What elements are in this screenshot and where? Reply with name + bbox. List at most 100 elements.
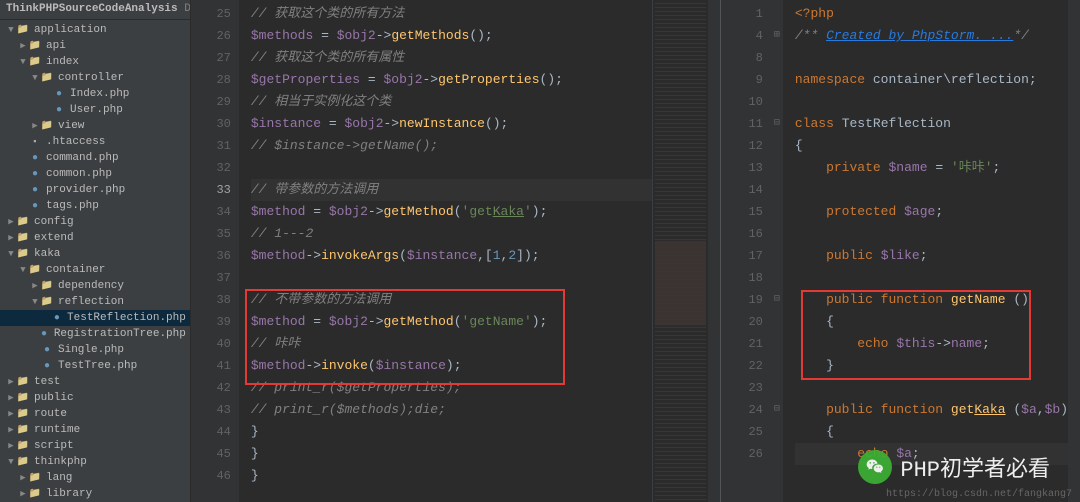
code-line[interactable]: } [251, 465, 652, 487]
code-line[interactable]: } [251, 443, 652, 465]
scrollbar-right[interactable] [1068, 0, 1080, 502]
code-line[interactable]: // 获取这个类的所有方法 [251, 3, 652, 25]
tree-item[interactable]: tags.php [0, 198, 190, 214]
folder-icon [16, 456, 30, 468]
tree-item[interactable]: common.php [0, 166, 190, 182]
tree-item[interactable]: ▼container [0, 262, 190, 278]
tree-item[interactable]: ▶config [0, 214, 190, 230]
code-line[interactable]: public function getKaka ($a,$b) [795, 399, 1068, 421]
code-line[interactable]: $instance = $obj2->newInstance(); [251, 113, 652, 135]
code-line[interactable] [251, 267, 652, 289]
left-editor[interactable]: 2526272829303132333435363738394041424344… [191, 0, 721, 502]
php-icon [52, 104, 66, 116]
tree-item[interactable]: TestTree.php [0, 358, 190, 374]
code-line[interactable] [795, 47, 1068, 69]
folder-icon [28, 264, 42, 276]
tree-item[interactable]: Index.php [0, 86, 190, 102]
code-line[interactable]: public $like; [795, 245, 1068, 267]
code-line[interactable]: <?php [795, 3, 1068, 25]
tree-item[interactable]: ▶lang [0, 470, 190, 486]
code-line[interactable]: // 相当于实例化这个类 [251, 91, 652, 113]
code-line[interactable]: $method->invokeArgs($instance,[1,2]); [251, 245, 652, 267]
php-icon [51, 312, 63, 324]
code-line[interactable]: /** Created by PhpStorm. ...*/ [795, 25, 1068, 47]
code-line[interactable]: // 带参数的方法调用 [251, 179, 652, 201]
code-line[interactable]: // print_r($methods);die; [251, 399, 652, 421]
folder-icon [28, 488, 42, 500]
scrollbar[interactable] [708, 0, 720, 502]
tree-item[interactable]: ▶api [0, 38, 190, 54]
tree-item[interactable]: TestReflection.php [0, 310, 190, 326]
code-line[interactable]: // 获取这个类的所有属性 [251, 47, 652, 69]
tree-item[interactable]: ▼controller [0, 70, 190, 86]
code-line[interactable]: // print_r($getProperties); [251, 377, 652, 399]
right-editor[interactable]: 14891011121314151617181920212223242526 ⊞… [721, 0, 1080, 502]
code-line[interactable]: { [795, 421, 1068, 443]
code-line[interactable]: $method = $obj2->getMethod('getName'); [251, 311, 652, 333]
code-line[interactable]: // 不带参数的方法调用 [251, 289, 652, 311]
tree-item[interactable]: ▶route [0, 406, 190, 422]
code-line[interactable]: // 1---2 [251, 223, 652, 245]
folder-icon [40, 120, 54, 132]
code-line[interactable]: private $name = '咔咔'; [795, 157, 1068, 179]
code-line[interactable]: echo $a; [795, 443, 1068, 465]
tree-item[interactable]: ▼application [0, 22, 190, 38]
fold-gutter[interactable]: ⊞⊟⊟⊟ [771, 0, 783, 502]
tree-item[interactable]: ▶library [0, 486, 190, 502]
code-line[interactable]: public function getName () [795, 289, 1068, 311]
code-line[interactable]: echo $this->name; [795, 333, 1068, 355]
folder-icon [40, 280, 54, 292]
tree-item[interactable]: .htaccess [0, 134, 190, 150]
code-line[interactable]: $getProperties = $obj2->getProperties(); [251, 69, 652, 91]
code-line[interactable]: } [251, 421, 652, 443]
tree-item[interactable]: ▶runtime [0, 422, 190, 438]
tree-item[interactable]: ▶dependency [0, 278, 190, 294]
minimap[interactable] [652, 0, 708, 502]
tree-item[interactable]: command.php [0, 150, 190, 166]
tree-item[interactable]: ▶script [0, 438, 190, 454]
code-line[interactable]: protected $age; [795, 201, 1068, 223]
code-line[interactable]: namespace container\reflection; [795, 69, 1068, 91]
tree-item[interactable]: RegistrationTree.php [0, 326, 190, 342]
php-icon [40, 344, 54, 356]
code-line[interactable] [795, 223, 1068, 245]
folder-icon [28, 472, 42, 484]
tree-item[interactable]: ▶public [0, 390, 190, 406]
code-line[interactable] [795, 179, 1068, 201]
tree-item[interactable]: ▶view [0, 118, 190, 134]
code-line[interactable]: $method->invoke($instance); [251, 355, 652, 377]
project-header: ThinkPHPSourceCodeAnalysis D:\phpstudy_p… [0, 0, 190, 20]
code-line[interactable]: $method = $obj2->getMethod('getKaka'); [251, 201, 652, 223]
tree-item[interactable]: Single.php [0, 342, 190, 358]
tree-item[interactable]: ▼thinkphp [0, 454, 190, 470]
code-line[interactable] [795, 377, 1068, 399]
code-line[interactable]: } [795, 355, 1068, 377]
code-line[interactable] [251, 157, 652, 179]
code-line[interactable]: $methods = $obj2->getMethods(); [251, 25, 652, 47]
code-line[interactable]: { [795, 135, 1068, 157]
project-tree[interactable]: ▼application▶api▼index▼controllerIndex.p… [0, 20, 190, 502]
csdn-url: https://blog.csdn.net/fangkang7 [886, 489, 1072, 500]
tree-item[interactable]: ▼index [0, 54, 190, 70]
folder-icon [16, 408, 30, 420]
project-sidebar[interactable]: ThinkPHPSourceCodeAnalysis D:\phpstudy_p… [0, 0, 191, 502]
tree-item[interactable]: ▼kaka [0, 246, 190, 262]
right-code[interactable]: <?php/** Created by PhpStorm. ...*/ names… [783, 0, 1068, 502]
tree-item[interactable]: User.php [0, 102, 190, 118]
tree-item[interactable]: provider.php [0, 182, 190, 198]
folder-icon [16, 232, 30, 244]
code-line[interactable]: // $instance->getName(); [251, 135, 652, 157]
code-line[interactable]: { [795, 311, 1068, 333]
code-line[interactable]: class TestReflection [795, 113, 1068, 135]
folder-icon [16, 440, 30, 452]
code-line[interactable] [795, 91, 1068, 113]
file-icon [28, 136, 42, 148]
tree-item[interactable]: ▼reflection [0, 294, 190, 310]
code-line[interactable] [795, 267, 1068, 289]
tree-item[interactable]: ▶test [0, 374, 190, 390]
code-line[interactable]: // 咔咔 [251, 333, 652, 355]
tree-item[interactable]: ▶extend [0, 230, 190, 246]
left-gutter: 2526272829303132333435363738394041424344… [191, 0, 239, 502]
php-icon [38, 328, 50, 340]
left-code[interactable]: // 获取这个类的所有方法$methods = $obj2->getMethod… [239, 0, 652, 502]
